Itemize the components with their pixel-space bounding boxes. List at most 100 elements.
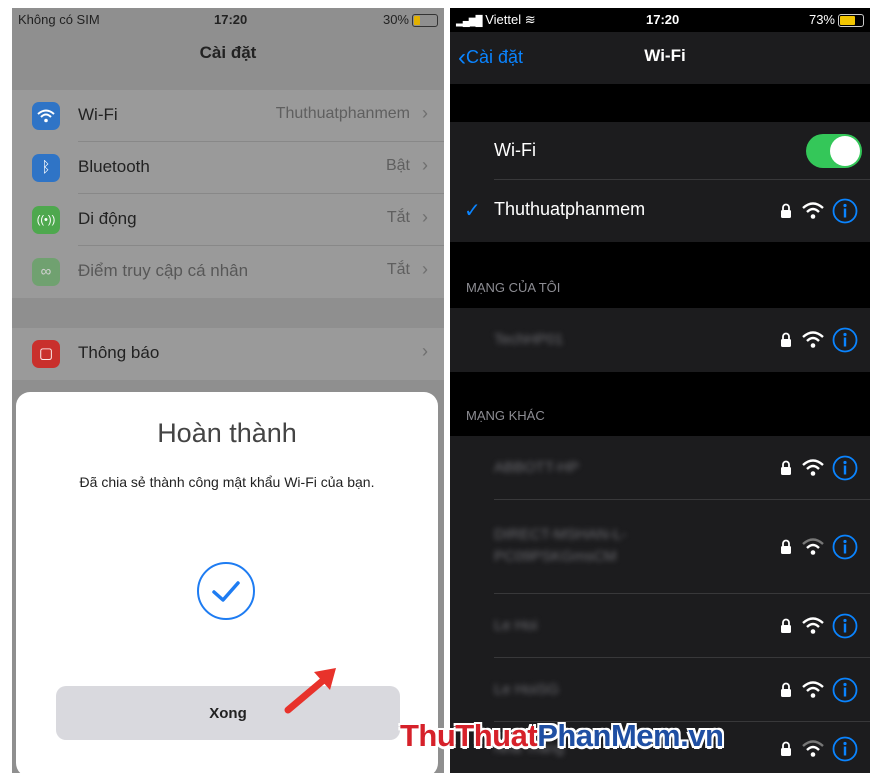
wifi-signal-icon xyxy=(802,617,824,634)
wifi-status-icon: ≋ xyxy=(524,12,536,27)
network-row[interactable]: ABBOTT-HP xyxy=(450,436,870,500)
network-icons xyxy=(780,677,862,703)
settings-group-2: ▢ Thông báo › xyxy=(12,328,444,380)
nav-bar: ‹Cài đặt Wi-Fi xyxy=(450,32,870,84)
wifi-signal-icon xyxy=(802,459,824,476)
network-name-line: DIRECT-MSHAN-L- xyxy=(494,526,627,543)
battery-indicator: 73% xyxy=(809,12,864,28)
status-bar: ▂▄▆█ Viettel ≋ 17:20 73% xyxy=(450,8,870,32)
wifi-signal-icon xyxy=(802,681,824,698)
dialog-title: Hoàn thành xyxy=(157,418,297,448)
network-row[interactable]: Le HoiSG xyxy=(450,658,870,722)
watermark-part: ThuThuat xyxy=(400,718,538,753)
wifi-section: Wi-Fi ✓ Thuthuatphanmem xyxy=(450,122,870,242)
right-phone-screen: ▂▄▆█ Viettel ≋ 17:20 73% ‹Cài đặt Wi-Fi … xyxy=(450,8,870,773)
chevron-right-icon: › xyxy=(422,207,428,227)
lock-icon xyxy=(781,682,791,697)
bluetooth-icon: ᛒ xyxy=(32,154,60,182)
wifi-toggle-row: Wi-Fi xyxy=(450,122,870,180)
lock-icon xyxy=(781,460,791,475)
lock-icon xyxy=(781,539,791,554)
row-label: Điểm truy cập cá nhân xyxy=(78,261,249,280)
network-name: Le Hoi xyxy=(494,617,538,634)
settings-row-hotspot[interactable]: ∞ Điểm truy cập cá nhân Tắt › xyxy=(12,246,444,298)
network-name: TechHP01 xyxy=(494,331,564,348)
network-name: Thuthuatphanmem xyxy=(494,199,646,219)
hotspot-icon: ∞ xyxy=(32,258,60,286)
network-icons xyxy=(780,534,862,560)
battery-percent: 30% xyxy=(382,12,409,27)
network-row[interactable]: DIRECT-MSHAN-L- PC09PSKGmsCM xyxy=(450,500,870,594)
connected-network-row[interactable]: ✓ Thuthuatphanmem xyxy=(450,180,870,242)
page-title: Wi-Fi xyxy=(644,46,686,65)
chevron-right-icon: › xyxy=(422,103,428,123)
left-phone-screen: Không có SIM 17:20 30% Cài đặt Wi-Fi Thu… xyxy=(12,8,444,773)
info-icon[interactable] xyxy=(832,677,858,703)
section-header-my-networks: MẠNG CỦA TÔI xyxy=(466,280,561,295)
checkmark-icon: ✓ xyxy=(464,200,481,222)
network-icons xyxy=(780,327,862,353)
antenna-icon: ((•)) xyxy=(32,206,60,234)
wifi-signal-weak-icon xyxy=(802,740,824,757)
info-icon[interactable] xyxy=(832,534,858,560)
row-value: Bật xyxy=(385,157,410,174)
row-value: Tắt xyxy=(386,261,410,278)
status-bar: Không có SIM 17:20 30% xyxy=(12,8,444,32)
status-time: 17:20 xyxy=(214,12,248,27)
network-row[interactable]: Le Hoi xyxy=(450,594,870,658)
info-icon[interactable] xyxy=(832,198,858,224)
info-icon[interactable] xyxy=(832,736,858,762)
wifi-toggle[interactable] xyxy=(806,134,862,168)
chevron-right-icon: › xyxy=(422,155,428,175)
watermark-logo: ThuThuatPhanMem.vn xyxy=(400,718,724,754)
settings-row-cellular[interactable]: ((•)) Di động Tắt › xyxy=(12,194,444,246)
network-icons xyxy=(780,198,862,224)
watermark-part: .vn xyxy=(680,718,724,753)
network-name-line: PC09PSKGmsCM xyxy=(494,548,617,565)
done-button[interactable]: Xong xyxy=(56,686,400,740)
settings-row-notifications[interactable]: ▢ Thông báo › xyxy=(12,328,444,380)
signal-icon: ▂▄▆█ xyxy=(456,16,483,27)
settings-group: Wi-Fi Thuthuatphanmem › ᛒ Bluetooth Bật … xyxy=(12,90,444,298)
row-label: Wi-Fi xyxy=(78,105,118,124)
settings-row-bluetooth[interactable]: ᛒ Bluetooth Bật › xyxy=(12,142,444,194)
notification-icon: ▢ xyxy=(32,340,60,368)
completion-dialog: Hoàn thành Đã chia sẻ thành công mật khẩ… xyxy=(16,392,438,773)
lock-icon xyxy=(781,332,791,347)
chevron-right-icon: › xyxy=(422,259,428,279)
network-name: Le HoiSG xyxy=(494,681,560,698)
wifi-signal-icon xyxy=(802,331,824,348)
wifi-label: Wi-Fi xyxy=(494,140,536,160)
watermark-part: PhanMem xyxy=(537,718,681,753)
lock-icon xyxy=(781,203,791,218)
dialog-message: Đã chia sẻ thành công mật khẩu Wi-Fi của… xyxy=(79,474,375,490)
battery-icon xyxy=(838,14,864,28)
network-icons xyxy=(780,613,862,639)
lock-icon xyxy=(781,618,791,633)
chevron-right-icon: › xyxy=(422,341,428,361)
wifi-icon xyxy=(32,102,60,130)
lock-icon xyxy=(781,741,791,756)
pointer-arrow-icon xyxy=(284,668,336,714)
row-value: Thuthuatphanmem xyxy=(275,105,410,122)
info-icon[interactable] xyxy=(832,613,858,639)
toggle-knob xyxy=(830,136,860,166)
row-value: Tắt xyxy=(386,209,410,226)
info-icon[interactable] xyxy=(832,455,858,481)
battery-icon xyxy=(412,14,438,28)
my-networks-section: TechHP01 xyxy=(450,308,870,372)
settings-row-wifi[interactable]: Wi-Fi Thuthuatphanmem › xyxy=(12,90,444,142)
info-icon[interactable] xyxy=(832,327,858,353)
status-time: 17:20 xyxy=(646,12,680,27)
row-label: Bluetooth xyxy=(78,157,150,176)
page-title: Cài đặt xyxy=(199,43,257,62)
network-icons xyxy=(780,455,862,481)
carrier-name: Viettel xyxy=(485,12,522,27)
section-header-other-networks: MẠNG KHÁC xyxy=(466,408,545,423)
checkmark-icon xyxy=(197,562,255,620)
row-label: Thông báo xyxy=(78,343,160,362)
network-icons xyxy=(780,736,862,762)
network-row[interactable]: TechHP01 xyxy=(450,308,870,372)
row-label: Di động xyxy=(78,209,137,228)
network-name: ABBOTT-HP xyxy=(494,459,580,476)
